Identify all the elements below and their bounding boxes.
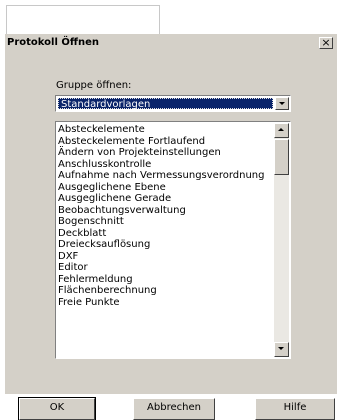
list-item[interactable]: Fehlermeldung [58, 274, 274, 286]
list-item[interactable]: Anschlusskontrolle [58, 159, 274, 171]
list-item[interactable]: Editor [58, 262, 274, 274]
group-select[interactable]: Standardvorlagen [55, 95, 291, 112]
list-item[interactable]: Beobachtungsverwaltung [58, 205, 274, 217]
chevron-down-icon [279, 102, 285, 105]
list-item[interactable]: Bogenschnitt [58, 216, 274, 228]
title-bar[interactable]: Protokoll Öffnen × [5, 34, 337, 52]
list-item[interactable]: Dreiecksauflösung [58, 239, 274, 251]
group-label: Gruppe öffnen: [56, 80, 132, 91]
scrollbar-thumb[interactable] [274, 139, 289, 175]
dialog-title: Protokoll Öffnen [7, 37, 99, 48]
group-select-value: Standardvorlagen [58, 98, 273, 110]
list-item[interactable]: Absteckelemente Fortlaufend [58, 136, 274, 148]
ok-button[interactable]: OK [18, 397, 96, 420]
list-item[interactable]: Ausgeglichene Gerade [58, 193, 274, 205]
chevron-up-icon [278, 128, 284, 131]
list-item[interactable]: Flächenberechnung [58, 285, 274, 297]
cancel-button[interactable]: Abbrechen [133, 398, 215, 420]
list-item[interactable]: Ausgeglichene Ebene [58, 182, 274, 194]
chevron-down-icon [278, 347, 284, 350]
protocol-listbox[interactable]: Absteckelemente Absteckelemente Fortlauf… [55, 121, 291, 359]
list-item[interactable]: Aufnahme nach Vermessungsverordnung [58, 170, 274, 182]
background-input-field [6, 5, 160, 34]
close-icon: × [321, 36, 331, 49]
list-item[interactable]: Deckblatt [58, 228, 274, 240]
protocol-list: Absteckelemente Absteckelemente Fortlauf… [58, 124, 274, 308]
close-button[interactable]: × [319, 37, 333, 49]
scroll-down-button[interactable] [274, 342, 289, 357]
list-item[interactable]: Freie Punkte [58, 297, 274, 309]
protokoll-dialog: Protokoll Öffnen × Gruppe öffnen: Standa… [5, 34, 337, 420]
scroll-up-button[interactable] [274, 123, 289, 138]
list-item[interactable]: DXF [58, 251, 274, 263]
list-item[interactable]: Ändern von Projekteinstellungen [58, 147, 274, 159]
vertical-scrollbar[interactable] [274, 123, 289, 357]
help-button[interactable]: Hilfe [255, 398, 335, 420]
list-item[interactable]: Absteckelemente [58, 124, 274, 136]
group-select-dropdown-button[interactable] [275, 97, 289, 110]
